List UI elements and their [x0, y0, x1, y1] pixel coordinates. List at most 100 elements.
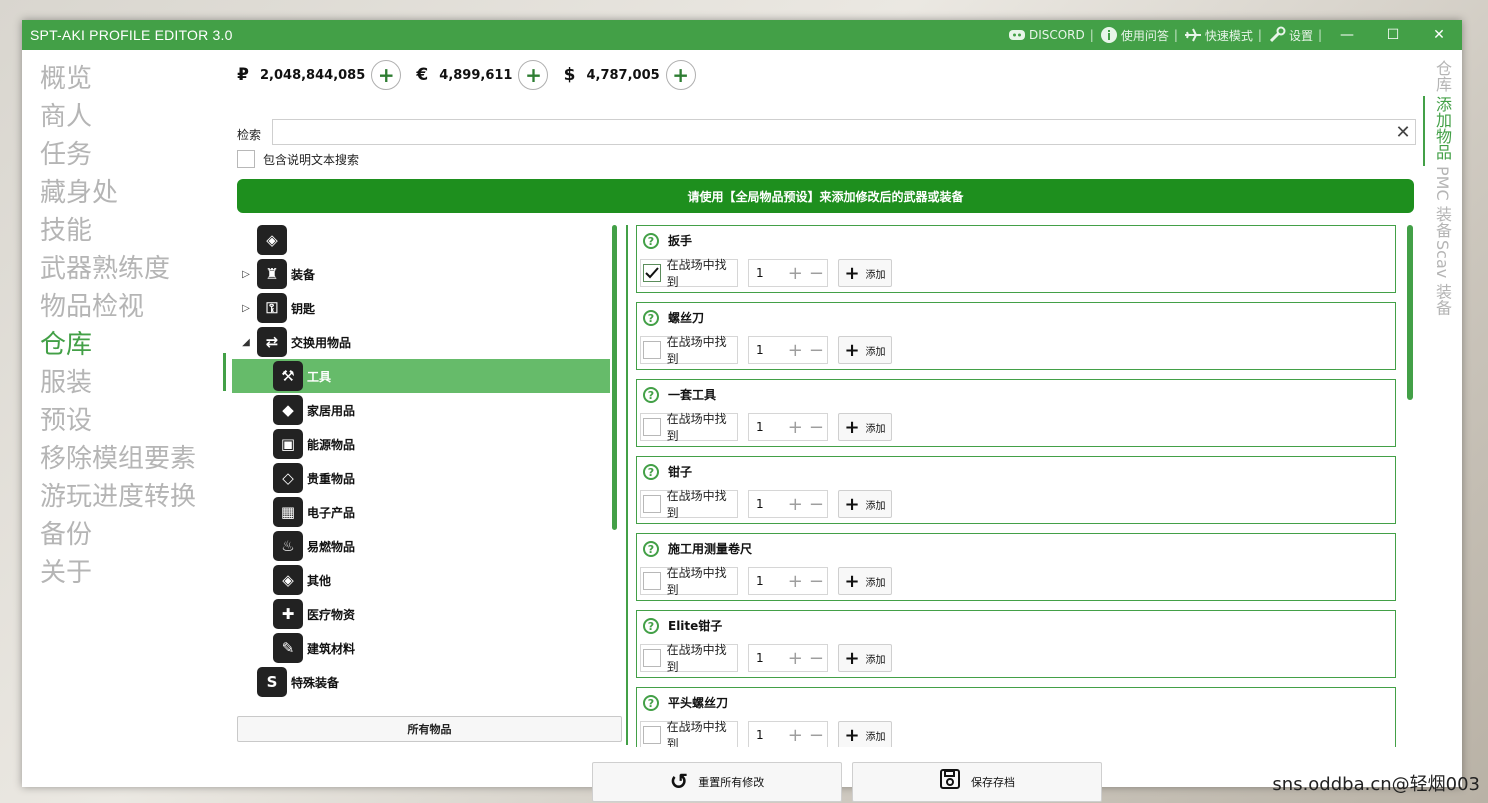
search-input[interactable] — [272, 119, 1416, 145]
quantity-value[interactable]: 1 — [756, 343, 785, 357]
tree-scrollbar[interactable] — [612, 225, 617, 530]
nav-remove-mods[interactable]: 移除模组要素 — [22, 440, 226, 478]
quantity-stepper[interactable]: 1 + − — [748, 567, 828, 595]
nav-traders[interactable]: 商人 — [22, 98, 226, 136]
settings-link[interactable]: 设置 | — [1268, 26, 1322, 44]
found-in-raid-toggle[interactable]: 在战场中找到 — [640, 566, 738, 597]
found-in-raid-toggle[interactable]: 在战场中找到 — [640, 720, 738, 747]
help-icon[interactable]: ? — [643, 387, 659, 403]
quantity-stepper[interactable]: 1 + − — [748, 413, 828, 441]
add-item-button[interactable]: + 添加 — [838, 721, 892, 747]
decrement-icon[interactable]: − — [806, 725, 827, 746]
include-description-option[interactable]: 包含说明文本搜索 — [237, 150, 359, 168]
tree-node[interactable]: ▣ 能源物品 — [232, 427, 610, 461]
quantity-stepper[interactable]: 1 + − — [748, 644, 828, 672]
increment-icon[interactable]: + — [785, 571, 806, 592]
nav-overview[interactable]: 概览 — [22, 60, 226, 98]
close-button[interactable]: ✕ — [1416, 20, 1462, 50]
decrement-icon[interactable]: − — [806, 571, 827, 592]
increment-icon[interactable]: + — [785, 648, 806, 669]
increment-icon[interactable]: + — [785, 263, 806, 284]
expand-toggle-icon[interactable]: ▷ — [240, 269, 252, 280]
tree-node[interactable]: ▦ 电子产品 — [232, 495, 610, 529]
increment-icon[interactable]: + — [785, 494, 806, 515]
help-icon[interactable]: ? — [643, 233, 659, 249]
increment-icon[interactable]: + — [785, 340, 806, 361]
tree-node[interactable]: ✚ 医疗物资 — [232, 597, 610, 631]
tab-stash[interactable]: 仓库 — [1430, 60, 1454, 92]
tree-node[interactable]: ◇ 贵重物品 — [232, 461, 610, 495]
tree-node[interactable]: ⚒ 工具 — [232, 359, 610, 393]
add-item-button[interactable]: + 添加 — [838, 259, 892, 287]
add-euros-button[interactable]: + — [518, 60, 549, 90]
fast-mode-link[interactable]: 快速模式 | — [1184, 26, 1262, 44]
quantity-value[interactable]: 1 — [756, 266, 785, 280]
tree-node[interactable]: ▷ ⚿ 钥匙 — [232, 291, 610, 325]
add-item-button[interactable]: + 添加 — [838, 490, 892, 518]
tree-node[interactable]: ◢ ⇄ 交换用物品 — [232, 325, 610, 359]
found-in-raid-checkbox[interactable] — [643, 649, 661, 667]
discord-link[interactable]: DISCORD | — [1008, 26, 1094, 44]
help-icon[interactable]: ? — [643, 618, 659, 634]
tree-node[interactable]: ◈ — [232, 223, 610, 257]
expand-toggle-icon[interactable]: ◢ — [240, 337, 252, 348]
decrement-icon[interactable]: − — [806, 648, 827, 669]
add-item-button[interactable]: + 添加 — [838, 567, 892, 595]
decrement-icon[interactable]: − — [806, 417, 827, 438]
found-in-raid-checkbox[interactable] — [643, 264, 661, 282]
nav-weapon-mastery[interactable]: 武器熟练度 — [22, 250, 226, 288]
quantity-stepper[interactable]: 1 + − — [748, 490, 828, 518]
quantity-value[interactable]: 1 — [756, 651, 785, 665]
add-item-button[interactable]: + 添加 — [838, 336, 892, 364]
add-roubles-button[interactable]: + — [371, 60, 402, 90]
tree-node[interactable]: S 特殊装备 — [232, 665, 610, 699]
tab-scav-gear[interactable]: Scav 装备 — [1430, 240, 1454, 315]
increment-icon[interactable]: + — [785, 417, 806, 438]
found-in-raid-toggle[interactable]: 在战场中找到 — [640, 412, 738, 443]
found-in-raid-checkbox[interactable] — [643, 341, 661, 359]
clear-search-icon[interactable]: ✕ — [1392, 121, 1414, 143]
nav-hideout[interactable]: 藏身处 — [22, 174, 226, 212]
reset-all-button[interactable]: ↺ 重置所有修改 — [592, 762, 842, 802]
add-item-button[interactable]: + 添加 — [838, 413, 892, 441]
tree-node[interactable]: ◈ 其他 — [232, 563, 610, 597]
quantity-value[interactable]: 1 — [756, 420, 785, 434]
title-bar[interactable]: SPT-AKI PROFILE EDITOR 3.0 DISCORD | 使用问… — [22, 20, 1462, 50]
decrement-icon[interactable]: − — [806, 494, 827, 515]
quantity-value[interactable]: 1 — [756, 728, 785, 742]
save-profile-button[interactable]: 保存存档 — [852, 762, 1102, 802]
found-in-raid-checkbox[interactable] — [643, 572, 661, 590]
found-in-raid-toggle[interactable]: 在战场中找到 — [640, 258, 738, 289]
quantity-value[interactable]: 1 — [756, 497, 785, 511]
nav-presets[interactable]: 预设 — [22, 402, 226, 440]
help-icon[interactable]: ? — [643, 464, 659, 480]
add-item-button[interactable]: + 添加 — [838, 644, 892, 672]
nav-quests[interactable]: 任务 — [22, 136, 226, 174]
nav-item-examine[interactable]: 物品检视 — [22, 288, 226, 326]
faq-link[interactable]: 使用问答 | — [1100, 26, 1178, 44]
tree-node[interactable]: ✎ 建筑材料 — [232, 631, 610, 665]
help-icon[interactable]: ? — [643, 541, 659, 557]
quantity-stepper[interactable]: 1 + − — [748, 721, 828, 747]
items-scrollbar[interactable] — [1407, 225, 1413, 400]
found-in-raid-toggle[interactable]: 在战场中找到 — [640, 489, 738, 520]
include-description-checkbox[interactable] — [237, 150, 255, 168]
nav-clothing[interactable]: 服装 — [22, 364, 226, 402]
quantity-stepper[interactable]: 1 + − — [748, 259, 828, 287]
quantity-value[interactable]: 1 — [756, 574, 785, 588]
tree-node[interactable]: ▷ ♜ 装备 — [232, 257, 610, 291]
minimize-button[interactable]: — — [1324, 20, 1370, 50]
tab-pmc-gear[interactable]: PMC 装备 — [1430, 166, 1454, 238]
tree-node[interactable]: ♨ 易燃物品 — [232, 529, 610, 563]
help-icon[interactable]: ? — [643, 695, 659, 711]
nav-stash[interactable]: 仓库 — [22, 326, 226, 364]
found-in-raid-checkbox[interactable] — [643, 726, 661, 744]
found-in-raid-checkbox[interactable] — [643, 495, 661, 513]
found-in-raid-toggle[interactable]: 在战场中找到 — [640, 335, 738, 366]
tree-node[interactable]: ◆ 家居用品 — [232, 393, 610, 427]
tab-add-items[interactable]: 添加物品 — [1430, 96, 1454, 160]
decrement-icon[interactable]: − — [806, 340, 827, 361]
nav-about[interactable]: 关于 — [22, 554, 226, 592]
quantity-stepper[interactable]: 1 + − — [748, 336, 828, 364]
nav-backup[interactable]: 备份 — [22, 516, 226, 554]
